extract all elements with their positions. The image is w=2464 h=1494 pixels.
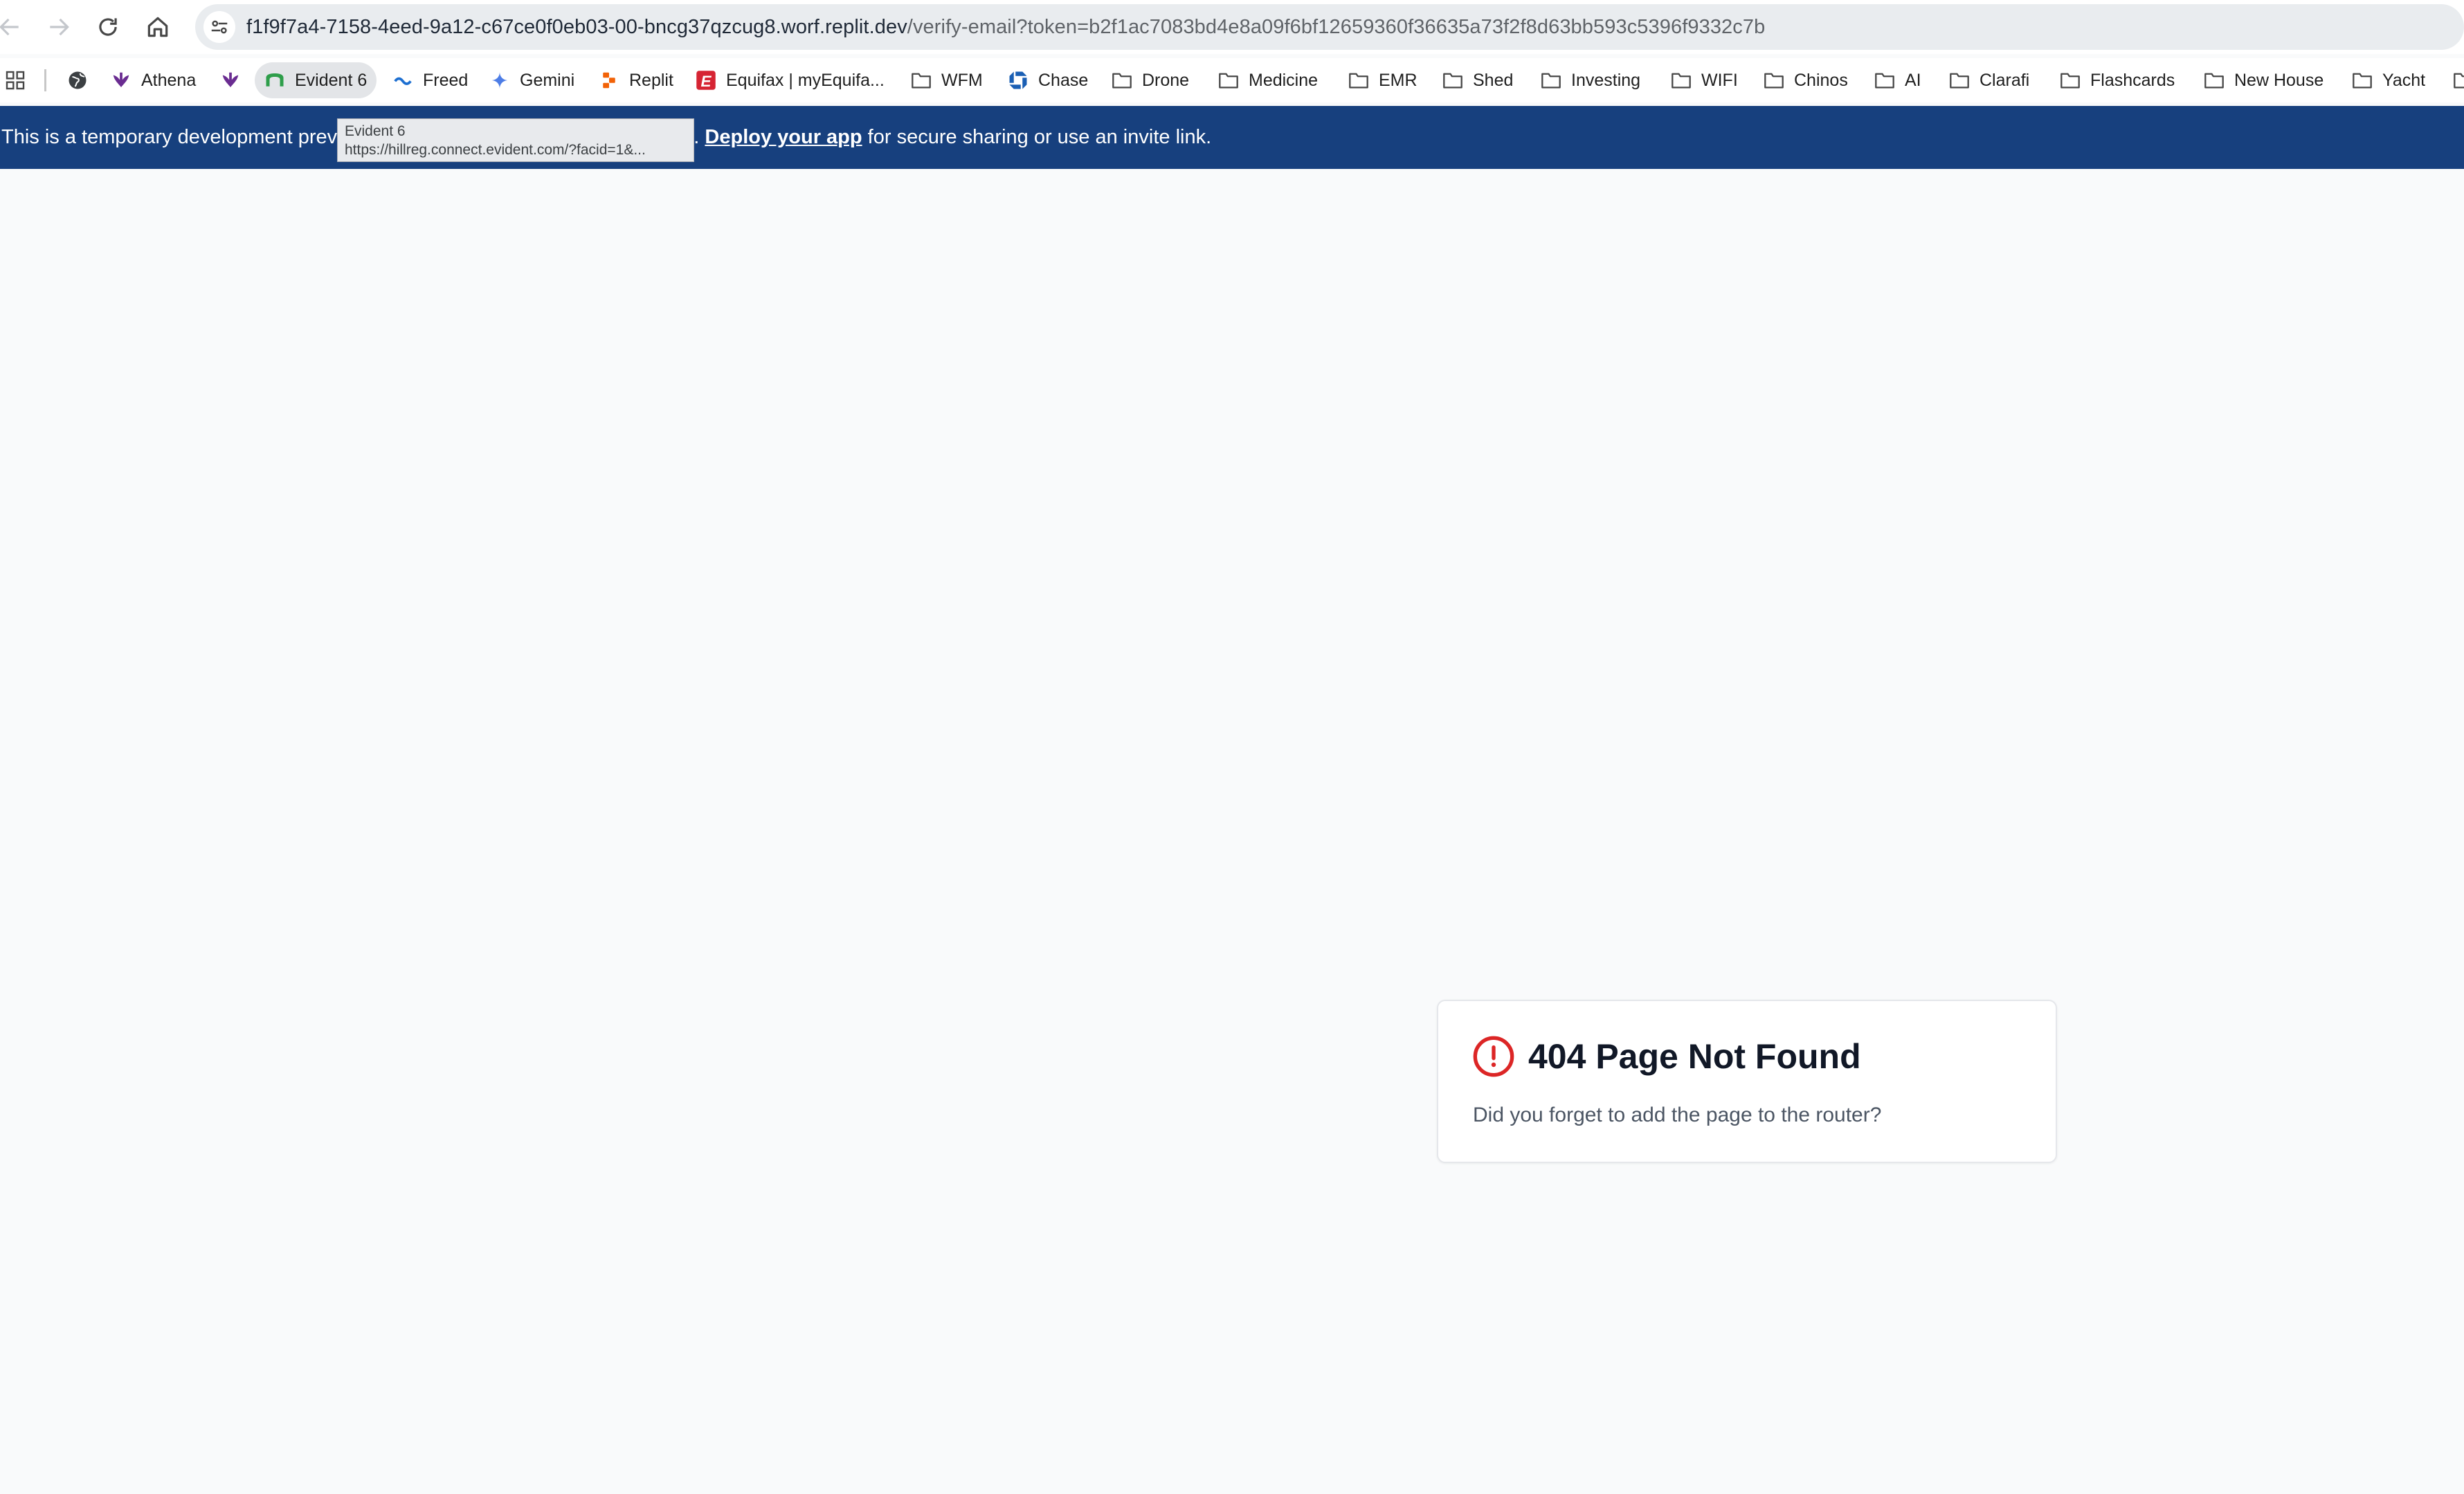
bookmark-freed[interactable]: Freed — [392, 62, 468, 98]
folder-icon — [1112, 70, 1132, 91]
deploy-app-link[interactable]: Deploy your app — [705, 126, 862, 148]
bookmark-replit[interactable]: Replit — [599, 62, 673, 98]
evident-icon — [264, 70, 285, 91]
banner-text-end: for secure sharing or use an invite link… — [862, 126, 1212, 148]
forward-button[interactable] — [39, 8, 78, 46]
folder-icon — [2453, 70, 2464, 91]
forward-arrow-icon — [50, 18, 69, 36]
bookmark-equifax[interactable]: E Equifax | myEquifa... — [696, 62, 885, 98]
folder-icon — [1218, 70, 1239, 91]
folder-icon — [2060, 70, 2081, 91]
globe-icon — [67, 70, 88, 91]
banner-text-start: This is a temporary development prev — [1, 126, 338, 148]
bookmark-label: Evident 6 — [295, 70, 368, 90]
bookmark-athena[interactable]: Athena — [111, 62, 196, 98]
folder-icon — [1764, 70, 1784, 91]
bookmark-folder-chinos[interactable]: Chinos — [1764, 62, 1848, 98]
bookmark-label: Athena — [141, 70, 197, 90]
bookmark-label: Medicine — [1249, 70, 1319, 90]
bookmarks-bar: Athena Evident 6 Freed Gemini Replit E E… — [0, 58, 2464, 102]
bookmark-label: Gemini — [520, 70, 575, 90]
bookmark-label: Equifax | myEquifa... — [726, 70, 885, 90]
folder-icon — [1949, 70, 1970, 91]
bookmark-evident-6[interactable]: Evident 6 — [255, 62, 377, 98]
svg-text:E: E — [700, 73, 712, 90]
bookmark-label: Flashcards — [2090, 70, 2175, 90]
bookmark-tooltip: Evident 6 https://hillreg.connect.eviden… — [337, 118, 694, 162]
bookmark-folder-overflow[interactable] — [2453, 62, 2464, 98]
bookmarks-separator — [44, 69, 46, 91]
bookmark-label: Replit — [629, 70, 673, 90]
url-host: f1f9f7a4-7158-4eed-9a12-c67ce0f0eb03-00-… — [246, 15, 907, 38]
bookmark-label: Shed — [1473, 70, 1514, 90]
bookmark-label: Yacht — [2382, 70, 2426, 90]
bookmark-athena-2[interactable] — [220, 62, 251, 98]
browser-toolbar: f1f9f7a4-7158-4eed-9a12-c67ce0f0eb03-00-… — [0, 0, 2464, 54]
folder-icon — [1442, 70, 1463, 91]
site-info-button[interactable] — [203, 11, 235, 43]
folder-icon — [2204, 70, 2225, 91]
bookmark-folder-new-house[interactable]: New House — [2204, 62, 2323, 98]
bookmark-folder-wfm[interactable]: WFM — [911, 62, 983, 98]
athena-icon — [220, 70, 241, 91]
tooltip-title: Evident 6 — [345, 123, 406, 139]
url-text[interactable]: f1f9f7a4-7158-4eed-9a12-c67ce0f0eb03-00-… — [246, 16, 1765, 39]
reload-button[interactable] — [89, 8, 127, 46]
address-bar[interactable]: f1f9f7a4-7158-4eed-9a12-c67ce0f0eb03-00-… — [195, 4, 2464, 50]
gemini-icon — [489, 70, 510, 91]
chase-icon — [1008, 70, 1029, 91]
replit-icon — [599, 70, 619, 91]
not-found-card: 404 Page Not Found Did you forget to add… — [1437, 1000, 2057, 1163]
bookmark-folder-yacht[interactable]: Yacht — [2352, 62, 2425, 98]
freed-icon — [392, 70, 413, 91]
bookmark-gemini[interactable]: Gemini — [489, 62, 574, 98]
bookmark-label: EMR — [1379, 70, 1417, 90]
bookmark-label: Investing — [1571, 70, 1641, 90]
tooltip-url: https://hillreg.connect.evident.com/?fac… — [345, 142, 646, 158]
bookmark-folder-flashcards[interactable]: Flashcards — [2060, 62, 2175, 98]
folder-icon — [2352, 70, 2373, 91]
bookmark-folder-clarafi[interactable]: Clarafi — [1949, 62, 2029, 98]
back-arrow-icon — [0, 18, 19, 36]
alert-circle-icon — [1473, 1036, 1514, 1077]
bookmark-folder-drone[interactable]: Drone — [1112, 62, 1189, 98]
bookmark-folder-wifi[interactable]: WIFI — [1671, 62, 1738, 98]
bookmark-folder-ai[interactable]: AI — [1874, 62, 1921, 98]
site-info-icon — [211, 20, 228, 34]
equifax-icon: E — [696, 70, 716, 91]
bookmark-label: AI — [1905, 70, 1921, 90]
bookmark-label: WFM — [941, 70, 983, 90]
bookmark-label: Chinos — [1794, 70, 1848, 90]
bookmark-folder-medicine[interactable]: Medicine — [1218, 62, 1318, 98]
bookmark-label: Chase — [1038, 70, 1089, 90]
bookmark-folder-emr[interactable]: EMR — [1348, 62, 1417, 98]
back-button[interactable] — [0, 8, 29, 46]
error-message: Did you forget to add the page to the ro… — [1473, 1104, 1882, 1126]
bookmark-label: Clarafi — [1980, 70, 2030, 90]
bookmark-label: Drone — [1142, 70, 1190, 90]
athena-icon — [111, 70, 132, 91]
bookmark-folder-shed[interactable]: Shed — [1442, 62, 1513, 98]
page-title: 404 Page Not Found — [1528, 1037, 1861, 1076]
bookmark-label: New House — [2234, 70, 2324, 90]
url-path: /verify-email?token=b2f1ac7083bd4e8a09f6… — [907, 15, 1766, 38]
apps-grid-icon[interactable] — [4, 69, 26, 91]
home-icon — [147, 17, 168, 37]
folder-icon — [1348, 70, 1369, 91]
reload-icon — [99, 18, 117, 36]
card-header: 404 Page Not Found — [1471, 1034, 1861, 1079]
bookmark-folder-investing[interactable]: Investing — [1541, 62, 1640, 98]
bookmark-chase[interactable]: Chase — [1008, 62, 1088, 98]
bookmark-label: Freed — [423, 70, 469, 90]
bookmark-globe[interactable] — [67, 62, 98, 98]
home-button[interactable] — [138, 8, 177, 46]
folder-icon — [1671, 70, 1692, 91]
folder-icon — [1541, 70, 1561, 91]
folder-icon — [1874, 70, 1895, 91]
folder-icon — [911, 70, 932, 91]
bookmark-label: WIFI — [1701, 70, 1738, 90]
